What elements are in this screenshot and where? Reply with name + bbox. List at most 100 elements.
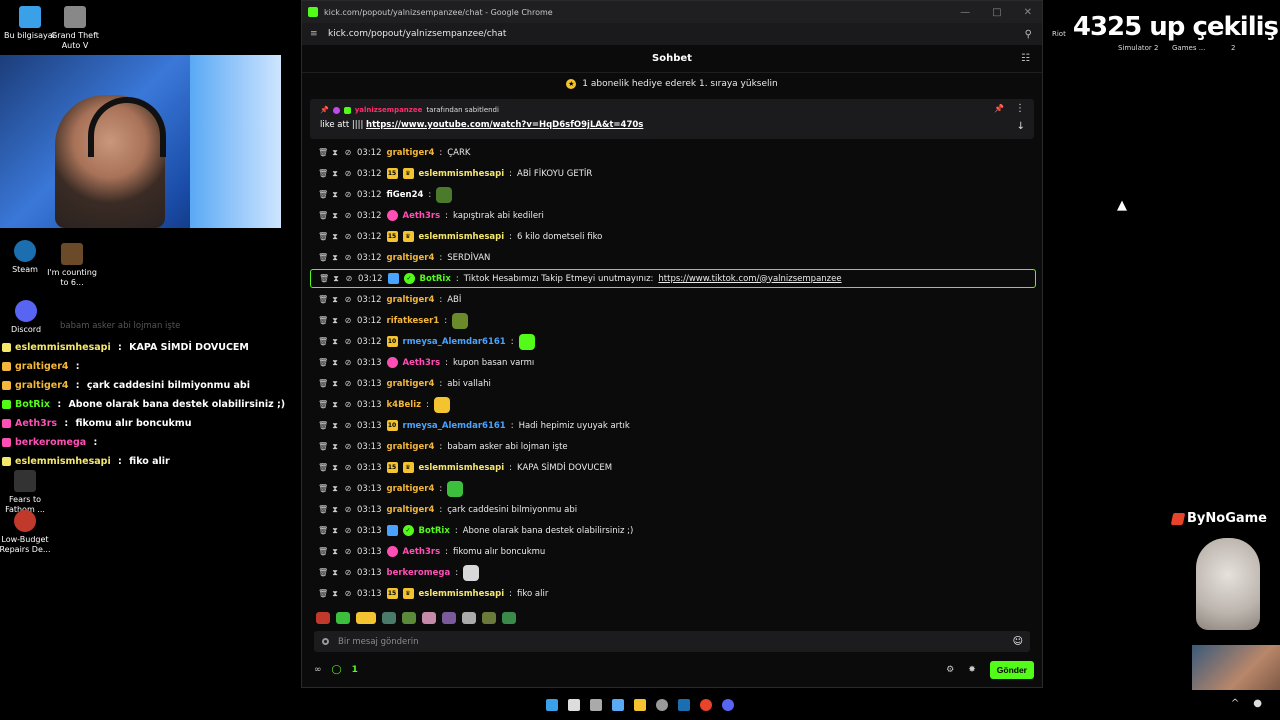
steam-taskbar-icon[interactable] <box>678 699 690 711</box>
task-view-icon[interactable] <box>590 699 602 711</box>
ban-icon[interactable]: ⊘ <box>344 463 352 472</box>
delete-icon[interactable]: 🗑 <box>318 526 328 535</box>
timeout-icon[interactable]: ⧗ <box>331 421 339 431</box>
send-button[interactable]: Gönder <box>989 661 1034 679</box>
ban-icon[interactable]: ⊘ <box>344 568 352 577</box>
delete-icon[interactable]: 🗑 <box>318 148 328 157</box>
message-username[interactable]: graltiger4 <box>387 505 435 515</box>
chat-message[interactable]: 🗑 ⧗ ⊘ 03:13 15 ♛ eslemmismhesapi: fiko alir <box>310 583 1036 604</box>
chat-message[interactable]: 🗑 ⧗ ⊘ 03:13 graltiger4: babam asker abi lojma… <box>310 436 1036 457</box>
maximize-icon[interactable]: □ <box>992 7 1001 18</box>
chat-message[interactable]: 🗑 ⧗ ⊘ 03:13 10 rmeysa_Alemdar6161: Hadi hepimi… <box>310 415 1036 436</box>
message-username[interactable]: rmeysa_Alemdar6161 <box>403 337 506 347</box>
delete-icon[interactable]: 🗑 <box>318 505 328 514</box>
emote-icon[interactable] <box>433 396 450 413</box>
unpin-icon[interactable]: 📌 <box>994 104 1004 113</box>
zoom-icon[interactable]: ⚲ <box>1025 29 1032 40</box>
ban-icon[interactable]: ⊘ <box>344 379 352 388</box>
chat-message[interactable]: 🗑 ⧗ ⊘ 03:13 ✓ BotRix: Abone olarak bana destek… <box>310 520 1036 541</box>
delete-icon[interactable]: 🗑 <box>319 274 329 283</box>
timeout-icon[interactable]: ⧗ <box>331 316 339 326</box>
chrome-icon[interactable] <box>700 699 712 711</box>
message-username[interactable]: BotRix <box>420 274 451 284</box>
message-username[interactable]: BotRix <box>419 526 450 536</box>
chat-input[interactable]: Bir mesaj gönderin ☺ <box>314 631 1030 652</box>
mod-tools-icon[interactable]: ✸ <box>968 665 976 675</box>
timeout-icon[interactable]: ⧗ <box>331 148 339 158</box>
desktop-icon-low-budget-repairs[interactable]: Low-Budget Repairs De... <box>0 510 55 555</box>
timeout-icon[interactable]: ⧗ <box>332 274 340 284</box>
message-username[interactable]: fiGen24 <box>387 190 424 200</box>
widgets-icon[interactable] <box>612 699 624 711</box>
timeout-icon[interactable]: ⧗ <box>331 547 339 557</box>
pinned-by-user[interactable]: yalnizsempanzee <box>355 106 423 114</box>
ban-icon[interactable]: ⊘ <box>344 526 352 535</box>
games-icon-label[interactable]: Games ... <box>1172 44 1205 52</box>
desktop-icon-discord[interactable]: Discord <box>0 300 56 335</box>
message-username[interactable]: graltiger4 <box>387 253 435 263</box>
users-icon[interactable]: ☷ <box>1021 53 1030 64</box>
message-username[interactable]: Aeth3rs <box>403 211 441 221</box>
ban-icon[interactable]: ⊘ <box>344 484 352 493</box>
message-username[interactable]: rmeysa_Alemdar6161 <box>403 421 506 431</box>
chat-message[interactable]: 🗑 ⧗ ⊘ 03:12 15 ♛ eslemmismhesapi:6 kilo domets… <box>310 226 1036 247</box>
delete-icon[interactable]: 🗑 <box>318 232 328 241</box>
ban-icon[interactable]: ⊘ <box>344 211 352 220</box>
timeout-icon[interactable]: ⧗ <box>331 190 339 200</box>
message-username[interactable]: Aeth3rs <box>403 547 441 557</box>
ban-icon[interactable]: ⊘ <box>344 337 352 346</box>
emote-icon[interactable] <box>518 333 535 350</box>
emote-icon[interactable] <box>482 612 496 624</box>
expand-icon[interactable]: ↓ <box>1017 121 1025 132</box>
microphone-icon[interactable]: ● <box>1253 698 1262 709</box>
timeout-icon[interactable]: ⧗ <box>331 526 339 536</box>
emote-icon[interactable] <box>382 612 396 624</box>
timeout-icon[interactable]: ⧗ <box>331 379 339 389</box>
delete-icon[interactable]: 🗑 <box>318 547 328 556</box>
emoji-picker-icon[interactable]: ☺ <box>1013 636 1023 647</box>
ban-icon[interactable]: ⊘ <box>344 400 352 409</box>
emote-icon[interactable] <box>452 312 469 329</box>
message-username[interactable]: eslemmismhesapi <box>419 169 505 179</box>
delete-icon[interactable]: 🗑 <box>318 484 328 493</box>
message-username[interactable]: rifatkeser1 <box>387 316 440 326</box>
ban-icon[interactable]: ⊘ <box>345 274 353 283</box>
emote-icon[interactable] <box>463 564 480 581</box>
message-username[interactable]: k4Beliz <box>387 400 422 410</box>
timeout-icon[interactable]: ⧗ <box>331 442 339 452</box>
message-link[interactable]: https://www.tiktok.com/@yalnizsempanzee <box>658 274 841 284</box>
timeout-icon[interactable]: ⧗ <box>331 337 339 347</box>
riot-icon-label[interactable]: Riot <box>1052 30 1066 38</box>
chat-message[interactable]: 🗑 ⧗ ⊘ 03:12 Aeth3rs: kapıştırak abi kedileri <box>310 205 1036 226</box>
desktop-icon-gta5[interactable]: Grand Theft Auto V <box>45 6 105 51</box>
chat-message[interactable]: 🗑 ⧗ ⊘ 03:13 graltiger4: çark caddesini bilmiy… <box>310 499 1036 520</box>
ban-icon[interactable]: ⊘ <box>344 169 352 178</box>
ban-icon[interactable]: ⊘ <box>344 190 352 199</box>
pinned-link[interactable]: https://www.youtube.com/watch?v=HqD6sfO9… <box>366 120 643 130</box>
delete-icon[interactable]: 🗑 <box>318 442 328 451</box>
timeout-icon[interactable]: ⧗ <box>331 568 339 578</box>
emote-icon[interactable] <box>462 612 476 624</box>
game2-icon-label[interactable]: 2 <box>1231 44 1235 52</box>
ban-icon[interactable]: ⊘ <box>344 547 352 556</box>
emote-icon[interactable] <box>436 186 453 203</box>
ban-icon[interactable]: ⊘ <box>344 358 352 367</box>
site-settings-icon[interactable]: ≡ <box>310 29 320 39</box>
delete-icon[interactable]: 🗑 <box>318 421 328 430</box>
chat-message[interactable]: 🗑 ⧗ ⊘ 03:13 Aeth3rs: kupon basan varmı <box>310 352 1036 373</box>
timeout-icon[interactable]: ⧗ <box>331 463 339 473</box>
message-username[interactable]: berkeromega <box>387 568 451 578</box>
address-bar[interactable]: ≡ kick.com/popout/yalnizsempanzee/chat ⚲ <box>302 23 1042 45</box>
close-icon[interactable]: ✕ <box>1024 7 1032 18</box>
message-username[interactable]: eslemmismhesapi <box>419 589 505 599</box>
search-icon[interactable] <box>568 699 580 711</box>
chat-message[interactable]: 🗑 ⧗ ⊘ 03:12 graltiger4: ÇARK <box>310 142 1036 163</box>
desktop-icon-counting[interactable]: I'm counting to 6... <box>42 243 102 288</box>
message-username[interactable]: graltiger4 <box>387 295 435 305</box>
message-username[interactable]: eslemmismhesapi <box>419 232 505 242</box>
ban-icon[interactable]: ⊘ <box>344 232 352 241</box>
chat-message[interactable]: 🗑 ⧗ ⊘ 03:13 graltiger4: abi vallahi <box>310 373 1036 394</box>
chat-message[interactable]: 🗑 ⧗ ⊘ 03:12 ✓ BotRix: Tiktok Hesabımızı Takip … <box>310 269 1036 288</box>
ban-icon[interactable]: ⊘ <box>344 589 352 598</box>
message-username[interactable]: graltiger4 <box>387 484 435 494</box>
